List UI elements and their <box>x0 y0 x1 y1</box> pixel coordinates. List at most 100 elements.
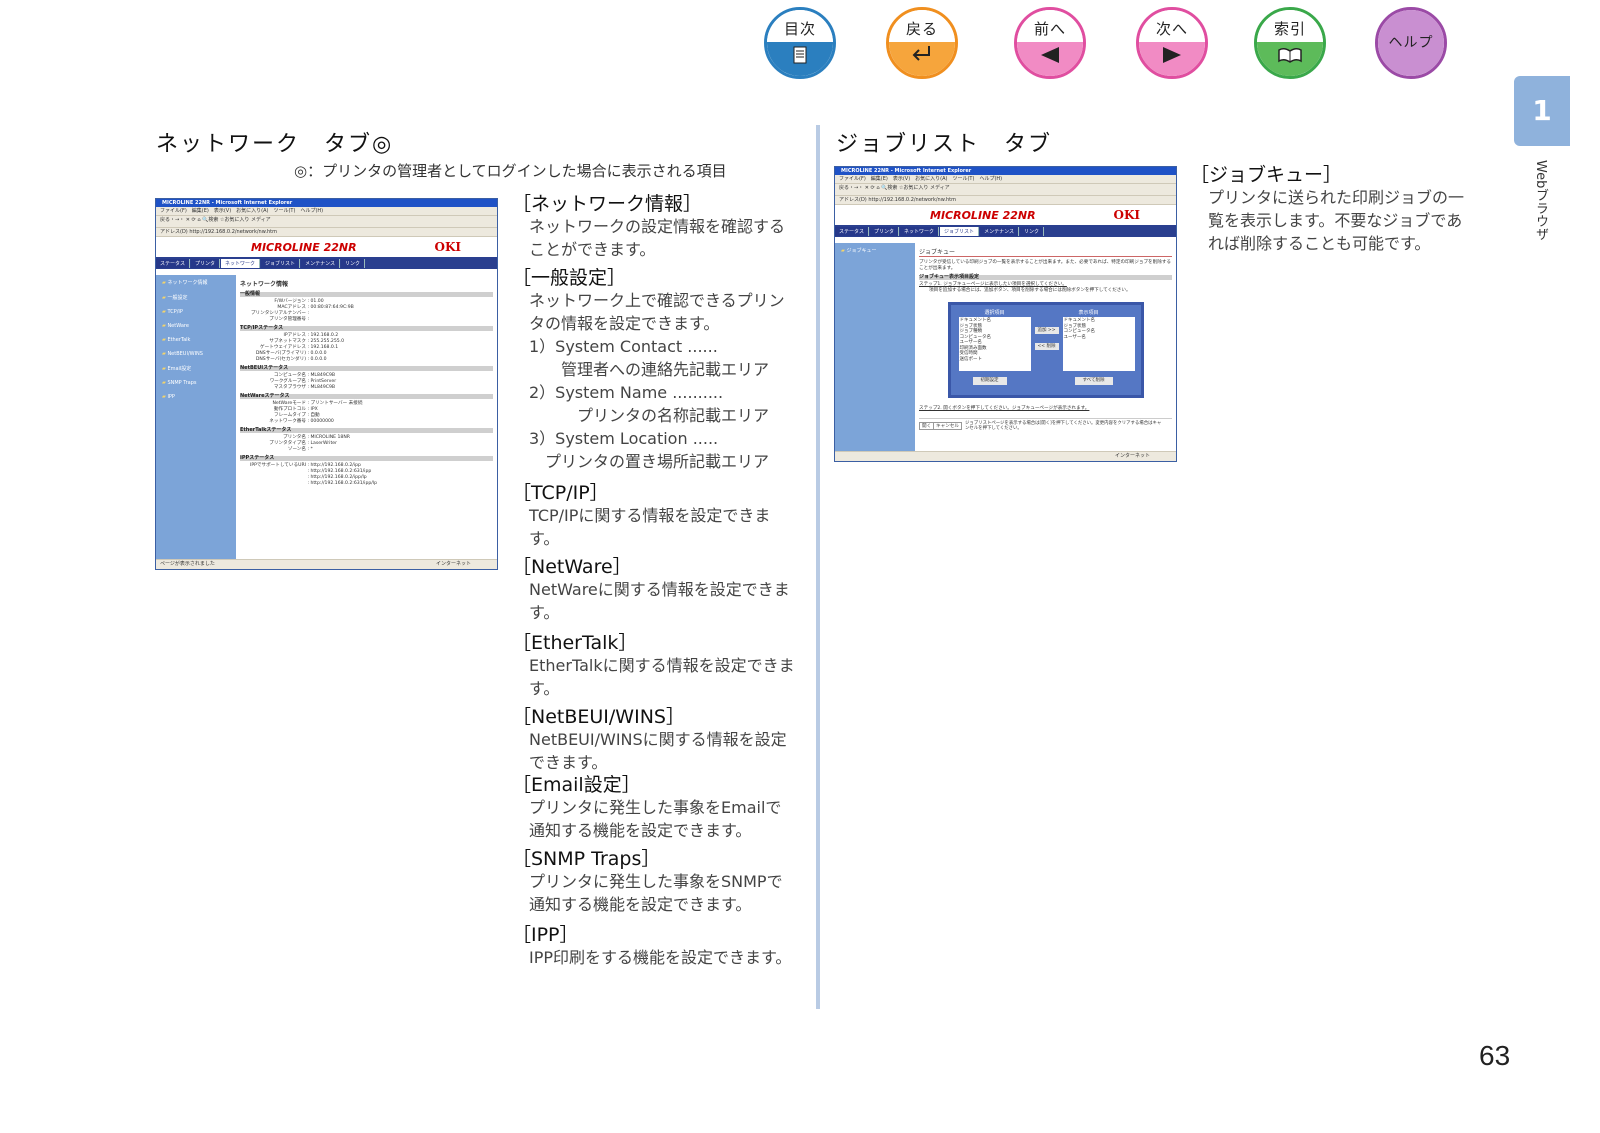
status-zone: インターネット <box>1114 453 1150 459</box>
entry-body: ネットワークの設定情報を確認することができます。 <box>512 215 797 261</box>
tab-5[interactable]: リンク <box>1019 227 1044 236</box>
info-sections: 一般情報 F/Wバージョン : 01.00 MACアドレス : 00:80:87:6… <box>240 292 493 487</box>
tab-0[interactable]: ステータス <box>156 259 191 268</box>
entry-line: ネットワークの設定情報を確認することができます。 <box>529 217 786 259</box>
entry-line: プリンタに発生した事象をEmailで通知する機能を設定できます。 <box>529 798 782 840</box>
tab-0[interactable]: ステータス <box>835 227 870 236</box>
info-value: : 192.168.0.1 <box>306 345 339 350</box>
delete-button[interactable]: << 削除 <box>1034 343 1059 350</box>
info-row: ネットワーク番号 : 00000000 <box>240 419 493 425</box>
list-item[interactable]: ユーザー名 <box>1064 335 1134 341</box>
info-value: : http://192.168.0.2:631/ipp <box>306 469 372 474</box>
delete-all-button[interactable]: すべて削除 <box>1074 377 1113 385</box>
menu-bar: ファイル(F) 編集(E) 表示(V) お気に入り(A) ツール(T) ヘルプ(… <box>156 207 497 216</box>
nav-button-label: ヘルプ <box>1378 10 1444 76</box>
panel-heading: ネットワーク情報 <box>240 281 289 288</box>
tab-4[interactable]: メンテナンス <box>301 259 340 268</box>
address-bar: アドレス(D) http://192.168.0.2/network/nw.ht… <box>156 228 497 237</box>
section-header: NetBEUIステータス <box>240 366 493 371</box>
entry-line: 3）System Location ..... <box>529 429 719 448</box>
index-button[interactable]: 索引 <box>1254 7 1326 79</box>
info-value: : 00:80:87:64:9C:9B <box>306 305 354 310</box>
entry-body: ネットワーク上で確認できるプリンタの情報を設定できます。 1）System Con… <box>512 289 797 473</box>
info-value: : 0.0.0.0 <box>306 357 327 362</box>
window-title: MICROLINE 22NR - Microsoft Internet Expl… <box>835 167 1176 175</box>
nav-button-label: 次へ <box>1139 10 1205 46</box>
side-menu-item[interactable]: ジョブキュー <box>835 243 915 258</box>
reset-button[interactable]: 初期設定 <box>972 377 1007 385</box>
info-value: : 01.00 <box>306 299 324 304</box>
side-menu-item[interactable]: 一般設定 <box>156 290 236 305</box>
step1-help: 項目を追加する場合には、追加ボタン、項目を削除する場合には削除ボタンを押下してく… <box>929 288 1131 293</box>
tab-5[interactable]: リンク <box>340 259 365 268</box>
previous-page-button[interactable]: 前へ <box>1014 7 1086 79</box>
side-menu-item[interactable]: NetWare <box>156 319 236 333</box>
info-row: マスタブラウザ : ML849C9B <box>240 385 493 391</box>
help-button[interactable]: ヘルプ <box>1375 7 1447 79</box>
tab-bar: ステータス プリンタ ネットワーク ジョブリスト メンテナンス リンク <box>156 259 497 269</box>
info-value: : * <box>306 447 313 452</box>
status-text: ページが表示されました <box>160 561 215 567</box>
tab-1[interactable]: プリンタ <box>191 259 221 268</box>
side-menu-item[interactable]: TCP/IP <box>156 305 236 319</box>
entry-7: ［SNMP Traps］ プリンタに発生した事象をSNMPで通知する機能を設定でき… <box>512 848 797 916</box>
back-button[interactable]: 戻る <box>886 7 958 79</box>
tab-4[interactable]: メンテナンス <box>980 227 1019 236</box>
step2-text: ステップ2. 開くボタンを押下してください。ジョブキューページが表示されます。 <box>919 406 1090 411</box>
next-page-button[interactable]: 次へ <box>1136 7 1208 79</box>
info-value: : http://192.168.0.2:631/ipp/lp <box>306 481 378 486</box>
joblist-tab-title: ジョブリスト タブ <box>836 132 1053 157</box>
left-arrow-icon <box>1017 42 1083 76</box>
side-menu-item[interactable]: Email設定 <box>156 361 236 376</box>
info-row: ゾーン名 : * <box>240 447 493 453</box>
tab-2[interactable]: ネットワーク <box>900 227 940 236</box>
list-item[interactable]: 送信ポート <box>960 357 1030 363</box>
tab-3[interactable]: ジョブリスト <box>261 259 301 268</box>
entry-heading: ［IPP］ <box>512 924 579 946</box>
network-tab-title: ネットワーク タブ◎ <box>156 132 394 157</box>
panel-heading: ジョブキュー <box>919 247 1172 257</box>
info-key: ゾーン名 <box>287 447 306 452</box>
info-row: DNSサーバ(セカンダリ) : 0.0.0.0 <box>240 357 493 363</box>
info-key: ネットワーク番号 <box>269 419 306 424</box>
side-menu-item[interactable]: SNMP Traps <box>156 376 236 390</box>
entry-body: TCP/IPに関する情報を設定できます。 <box>512 504 797 550</box>
side-menu-item[interactable]: EtherTalk <box>156 333 236 347</box>
menu-bar: ファイル(F) 編集(E) 表示(V) お気に入り(A) ツール(T) ヘルプ(… <box>835 175 1176 184</box>
tab-1[interactable]: プリンタ <box>870 227 900 236</box>
info-value: : ML849C9B <box>306 385 336 390</box>
info-value: : <box>306 317 310 322</box>
display-list[interactable]: ドキュメント名 ジョブ状態 コンピュータ名 ユーザー名 <box>1062 317 1135 371</box>
info-value: : 自動 <box>306 413 320 418</box>
nav-button-label: 目次 <box>767 10 833 46</box>
tab-2[interactable]: ネットワーク <box>221 259 261 268</box>
settings-bar: ジョブキュー表示項目設定 <box>919 275 1172 280</box>
selectable-list[interactable]: ドキュメント名 ジョブ状態 ジョブ種類 コンピュータ名 ユーザー名 印刷済み面数 受信時間送… <box>958 317 1031 371</box>
status-bar: ページが表示されました インターネット <box>156 559 497 569</box>
entry-line: 2）System Name .......... <box>529 383 724 402</box>
tab-bar: ステータス プリンタ ネットワーク ジョブリスト メンテナンス リンク <box>835 227 1176 237</box>
side-menu-item[interactable]: NetBEUI/WINS <box>156 347 236 361</box>
info-value: : PrintServer <box>306 379 337 384</box>
side-menu-item[interactable]: ネットワーク情報 <box>156 275 236 290</box>
info-value: : 0.0.0.0 <box>306 351 327 356</box>
entry-line: NetWareに関する情報を設定できます。 <box>529 580 790 622</box>
add-button[interactable]: 追加 >> <box>1034 327 1059 334</box>
entry-line: 管理者への連絡先記載エリア <box>529 360 770 379</box>
side-menu-item[interactable]: IPP <box>156 390 236 404</box>
open-button[interactable]: 開く <box>919 422 935 430</box>
entry-body: IPP印刷をする機能を設定できます。 <box>512 946 797 969</box>
product-name: MICROLINE 22NR <box>930 209 1036 222</box>
info-row: プリンタ管理番号 : <box>240 317 493 323</box>
info-key: マスタブラウザ <box>273 385 306 390</box>
tab-3[interactable]: ジョブリスト <box>940 227 980 236</box>
cancel-button[interactable]: キャンセル <box>933 422 962 430</box>
right-arrow-icon <box>1139 42 1205 76</box>
contents-button[interactable]: 目次 <box>764 7 836 79</box>
entry-body: プリンタに発生した事象をSNMPで通知する機能を設定できます。 <box>512 870 797 916</box>
network-tab-screenshot: MICROLINE 22NR - Microsoft Internet Expl… <box>155 198 498 570</box>
entry-6: ［Email設定］ プリンタに発生した事象をEmailで通知する機能を設定できます… <box>512 774 797 842</box>
toolbar: 戻る・→・ ✕ ⟳ ⌂ 🔍検索 ☆お気に入り メディア <box>156 216 497 228</box>
entry-line: 1）System Contact ...... <box>529 337 718 356</box>
entry-line: TCP/IPに関する情報を設定できます。 <box>529 506 771 548</box>
